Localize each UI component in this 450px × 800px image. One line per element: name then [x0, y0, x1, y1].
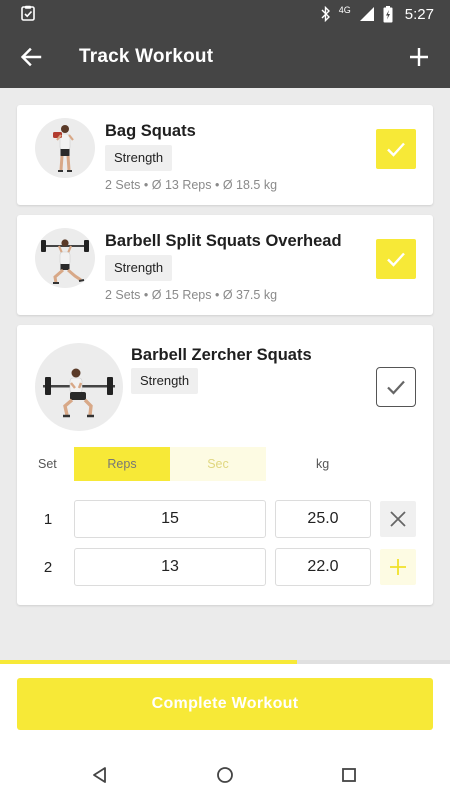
network-type: 4G: [338, 5, 351, 15]
complete-workout-button[interactable]: Complete Workout: [17, 678, 433, 730]
system-nav-bar: [0, 750, 450, 800]
status-bar: 4G 5:27: [0, 0, 450, 28]
exercise-card-bag-squats[interactable]: Bag Squats Strength 2 Sets • Ø 13 Reps •…: [17, 105, 433, 205]
completed-checkbox[interactable]: [376, 239, 416, 279]
kg-input[interactable]: 22.0: [275, 548, 371, 586]
exercise-card-barbell-split-squats-overhead[interactable]: Barbell Split Squats Overhead Strength 2…: [17, 215, 433, 315]
exercise-avatar: [35, 343, 123, 431]
add-set-button[interactable]: [380, 549, 416, 585]
completed-checkbox[interactable]: [376, 367, 416, 407]
back-arrow-icon[interactable]: [18, 44, 44, 70]
page-title: Track Workout: [79, 46, 214, 67]
check-icon: [387, 380, 405, 395]
exercise-stats: 2 Sets • Ø 13 Reps • Ø 18.5 kg: [105, 178, 278, 192]
remove-set-button[interactable]: [380, 501, 416, 537]
battery-icon: [383, 5, 393, 22]
sec-mode-tab[interactable]: Sec: [170, 447, 266, 481]
nav-back-icon[interactable]: [88, 763, 112, 787]
app-bar: Track Workout: [0, 28, 450, 88]
nav-recents-icon[interactable]: [337, 763, 361, 787]
category-tag: Strength: [131, 368, 199, 394]
category-tag: Strength: [105, 145, 173, 171]
nav-home-icon[interactable]: [213, 763, 237, 787]
exercise-stats: 2 Sets • Ø 15 Reps • Ø 37.5 kg: [105, 288, 278, 302]
exercise-name: Barbell Zercher Squats: [131, 346, 312, 364]
set-number: 2: [43, 559, 53, 576]
set-column-header: Set: [38, 457, 57, 471]
reps-mode-tab[interactable]: Reps: [74, 447, 170, 481]
bottom-action-area: Complete Workout: [0, 664, 450, 750]
close-icon: [390, 511, 406, 527]
exercise-avatar: [35, 228, 95, 288]
set-number: 1: [43, 511, 53, 528]
plus-icon: [390, 559, 406, 575]
exercise-name: Bag Squats: [105, 122, 196, 140]
signal-icon: [359, 7, 374, 21]
reps-input[interactable]: 13: [74, 548, 266, 586]
exercise-card-barbell-zercher-squats[interactable]: Barbell Zercher Squats Strength Set Reps…: [17, 325, 433, 605]
exercise-name: Barbell Split Squats Overhead: [105, 232, 342, 250]
clipboard-check-icon: [21, 5, 35, 21]
reps-input[interactable]: 15: [74, 500, 266, 538]
category-tag: Strength: [105, 255, 173, 281]
check-icon: [387, 142, 405, 157]
kg-column-header: kg: [316, 457, 330, 471]
check-icon: [387, 252, 405, 267]
bluetooth-icon: [321, 6, 330, 22]
completed-checkbox[interactable]: [376, 129, 416, 169]
exercise-avatar: [35, 118, 95, 178]
clock: 5:27: [404, 5, 434, 23]
plus-icon[interactable]: [406, 44, 432, 70]
kg-input[interactable]: 25.0: [275, 500, 371, 538]
